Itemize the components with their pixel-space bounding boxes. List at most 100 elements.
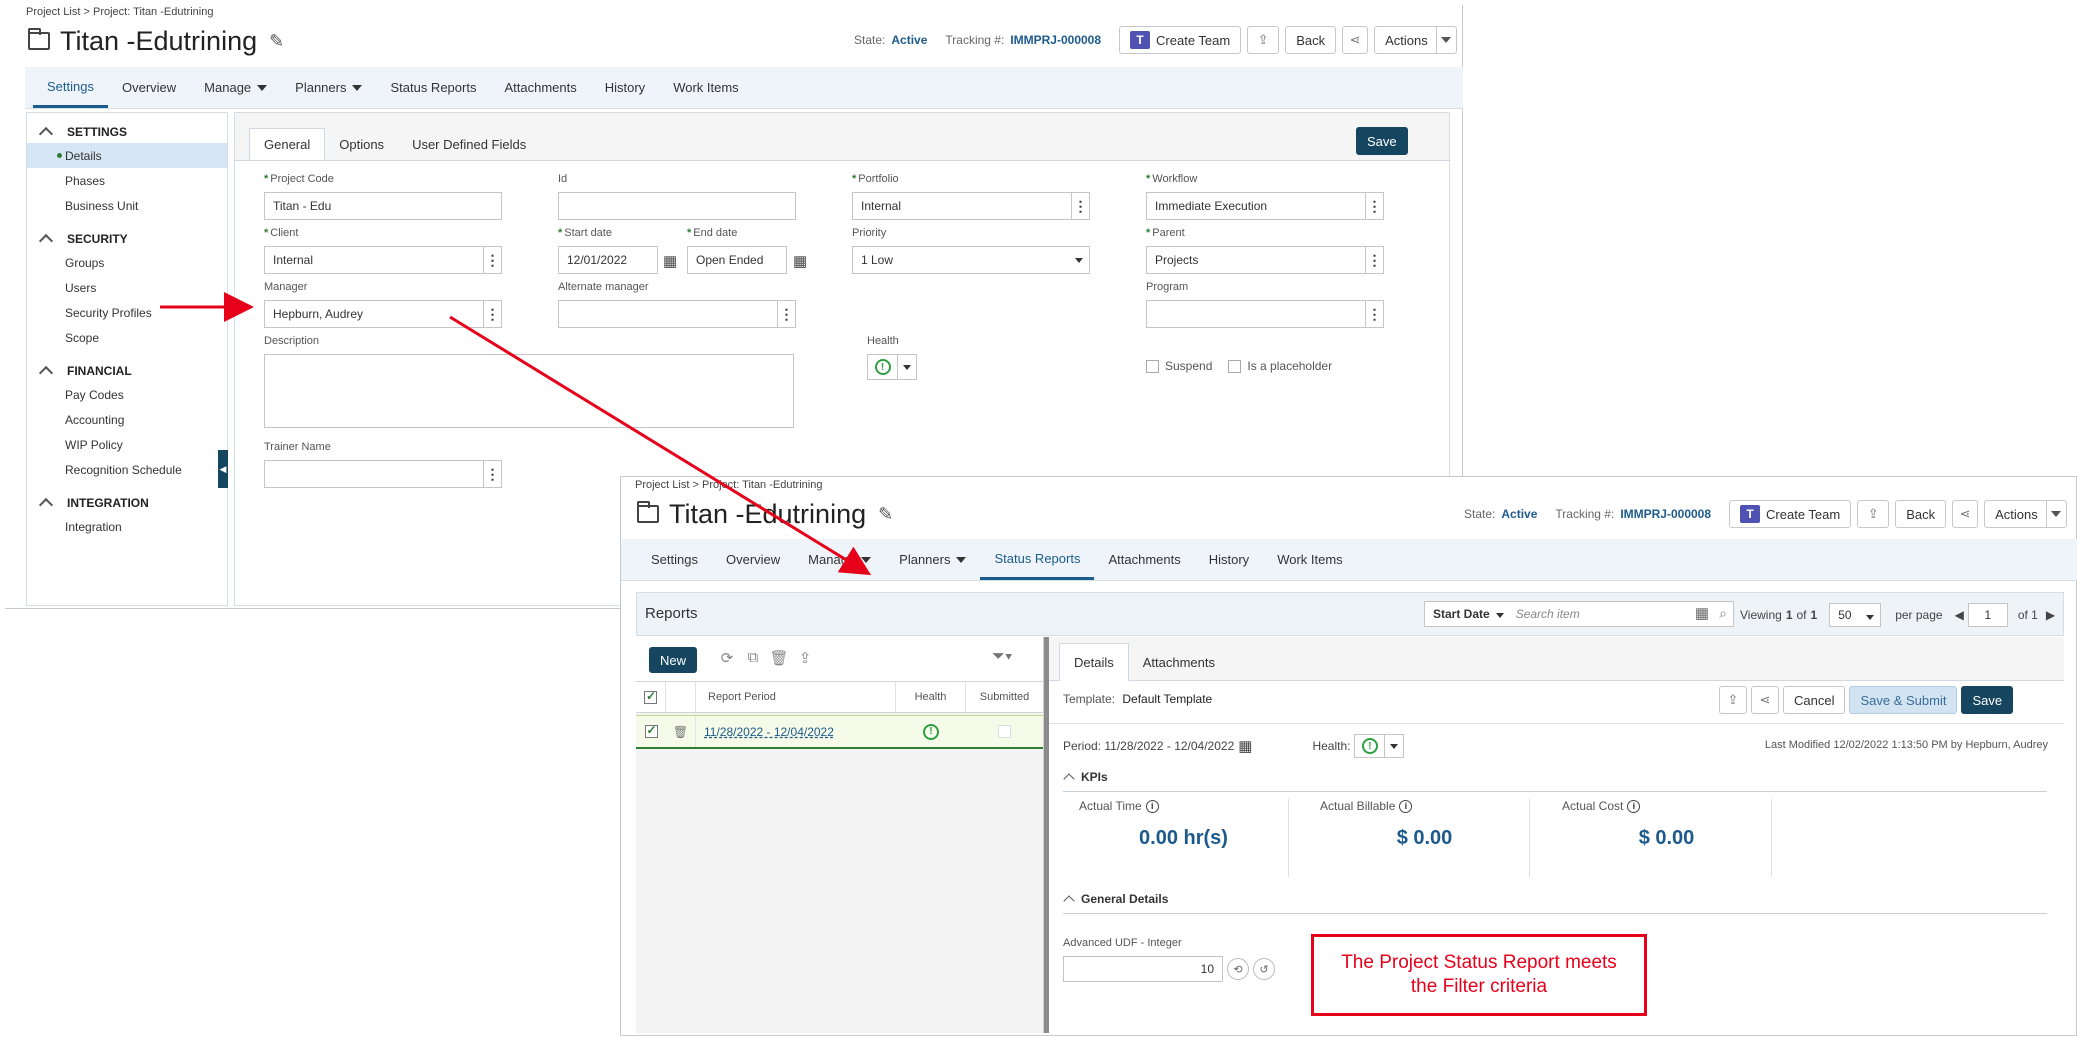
info-icon[interactable]: i [1399,799,1413,813]
breadcrumb-project-list[interactable]: Project List [26,6,80,18]
sidebar-item-pay-codes[interactable]: Pay Codes [27,382,227,407]
project-code-input[interactable]: Titan - Edu [264,192,502,220]
share-button[interactable]: ⋖ [1952,500,1979,528]
col-health[interactable]: Health [896,682,966,712]
submitted-checkbox[interactable] [998,725,1011,738]
export-button[interactable]: ⇪ [1857,500,1890,528]
id-input[interactable] [558,192,796,220]
export-icon[interactable]: ⇪ [792,649,818,667]
sidebar-item-phases[interactable]: Phases [27,168,227,193]
back-button[interactable]: Back [1895,500,1947,528]
tab-history[interactable]: History [1195,539,1263,580]
start-date-input[interactable]: 12/01/2022 [558,246,658,274]
manager-input[interactable]: Hepburn, Audrey [264,300,502,328]
export-button[interactable]: ⇪ [1719,686,1747,714]
table-row[interactable]: 🗑 11/28/2022 - 12/04/2022 ! [636,715,1043,749]
sidebar-item-groups[interactable]: Groups [27,250,227,275]
share-button[interactable]: ⋖ [1751,686,1779,714]
sidebar-item-details[interactable]: Details [27,143,227,168]
edit-pencil-icon[interactable]: ✎ [878,504,893,525]
breadcrumb-project-list[interactable]: Project List [635,479,689,491]
search-icon[interactable]: ⌕ [1719,605,1727,622]
create-team-button[interactable]: T Create Team [1729,500,1852,528]
tab-overview[interactable]: Overview [108,67,190,108]
info-icon[interactable]: i [1627,799,1641,813]
alternate-manager-input[interactable] [558,300,796,328]
kebab-icon[interactable] [1365,193,1383,219]
actions-dropdown[interactable]: Actions [1374,26,1457,54]
trainer-name-input[interactable] [264,460,502,488]
sidebar-item-accounting[interactable]: Accounting [27,407,227,432]
export-button[interactable]: ⇪ [1247,26,1280,54]
parent-input[interactable]: Projects [1146,246,1384,274]
kpis-section-toggle[interactable]: KPIs [1065,770,1108,784]
tab-planners[interactable]: Planners [281,67,376,108]
subtab-general[interactable]: General [249,128,326,160]
sidebar-item-security-profiles[interactable]: Security Profiles [27,300,227,325]
copy-icon[interactable]: ⧉ [740,649,766,667]
sidebar-item-users[interactable]: Users [27,275,227,300]
tab-overview[interactable]: Overview [712,539,794,580]
program-input[interactable] [1146,300,1384,328]
sidebar-item-scope[interactable]: Scope [27,325,227,350]
sidebar-section-integration[interactable]: INTEGRATION [27,492,227,514]
subtab-details[interactable]: Details [1059,643,1129,681]
sidebar-section-security[interactable]: SECURITY [27,228,227,250]
kebab-icon[interactable] [483,301,501,327]
tab-history[interactable]: History [591,67,659,108]
calendar-icon[interactable]: ▦ [1238,737,1252,755]
sidebar-item-business-unit[interactable]: Business Unit [27,193,227,218]
report-period-link[interactable]: 11/28/2022 - 12/04/2022 [704,725,834,739]
general-details-section-toggle[interactable]: General Details [1065,892,1168,906]
info-icon[interactable]: i [1145,799,1159,813]
tab-planners[interactable]: Planners [885,539,980,580]
calculate-icon[interactable]: ⟲ [1227,958,1249,980]
advanced-udf-input[interactable]: 10 [1063,956,1223,982]
sidebar-section-financial[interactable]: FINANCIAL [27,360,227,382]
portfolio-input[interactable]: Internal [852,192,1090,220]
share-button[interactable]: ⋖ [1342,26,1369,54]
tab-status-reports[interactable]: Status Reports [376,67,490,108]
sidebar-collapse-handle[interactable]: ◀ [218,450,228,488]
subtab-attachments[interactable]: Attachments [1129,643,1229,681]
subtab-options[interactable]: Options [325,128,398,160]
back-button[interactable]: Back [1285,26,1337,54]
reset-icon[interactable]: ↺ [1253,958,1275,980]
suspend-checkbox[interactable] [1146,359,1159,373]
col-report-period[interactable]: Report Period [696,682,896,712]
sidebar-item-recognition-schedule[interactable]: Recognition Schedule [27,457,227,482]
save-button[interactable]: Save [1961,686,2014,714]
kebab-icon[interactable] [483,461,501,487]
search-box[interactable]: Start Date Search item ▦ ⌕ [1424,601,1734,627]
kebab-icon[interactable] [1071,193,1089,219]
save-submit-button[interactable]: Save & Submit [1849,686,1958,714]
tab-attachments[interactable]: Attachments [490,67,590,108]
calendar-icon[interactable]: ▦ [793,252,807,270]
calendar-icon[interactable]: ▦ [1695,604,1709,622]
health-dropdown[interactable]: ! [1354,734,1405,758]
new-report-button[interactable]: New [649,647,698,673]
health-dropdown[interactable]: ! [867,354,917,380]
tab-settings[interactable]: Settings [33,67,108,108]
tab-attachments[interactable]: Attachments [1094,539,1194,580]
placeholder-checkbox[interactable] [1228,359,1242,373]
kebab-icon[interactable] [1365,247,1383,273]
sort-dropdown[interactable]: Start Date [1433,607,1504,621]
edit-pencil-icon[interactable]: ✎ [269,31,284,52]
kebab-icon[interactable] [1365,301,1383,327]
sidebar-section-settings[interactable]: SETTINGS [27,121,227,143]
cancel-button[interactable]: Cancel [1783,686,1846,714]
col-submitted[interactable]: Submitted [966,682,1043,712]
tab-status-reports[interactable]: Status Reports [980,539,1095,580]
sidebar-item-wip-policy[interactable]: WIP Policy [27,432,227,457]
row-checkbox[interactable] [644,723,658,738]
tab-work-items[interactable]: Work Items [659,67,753,108]
kebab-icon[interactable] [483,247,501,273]
select-all-checkbox[interactable] [644,689,657,704]
workflow-input[interactable]: Immediate Execution [1146,192,1384,220]
tab-manage[interactable]: Manage [190,67,281,108]
refresh-icon[interactable]: ⟳ [714,649,740,667]
tab-settings[interactable]: Settings [637,539,712,580]
calendar-icon[interactable]: ▦ [663,252,677,270]
actions-dropdown[interactable]: Actions [1984,500,2067,528]
